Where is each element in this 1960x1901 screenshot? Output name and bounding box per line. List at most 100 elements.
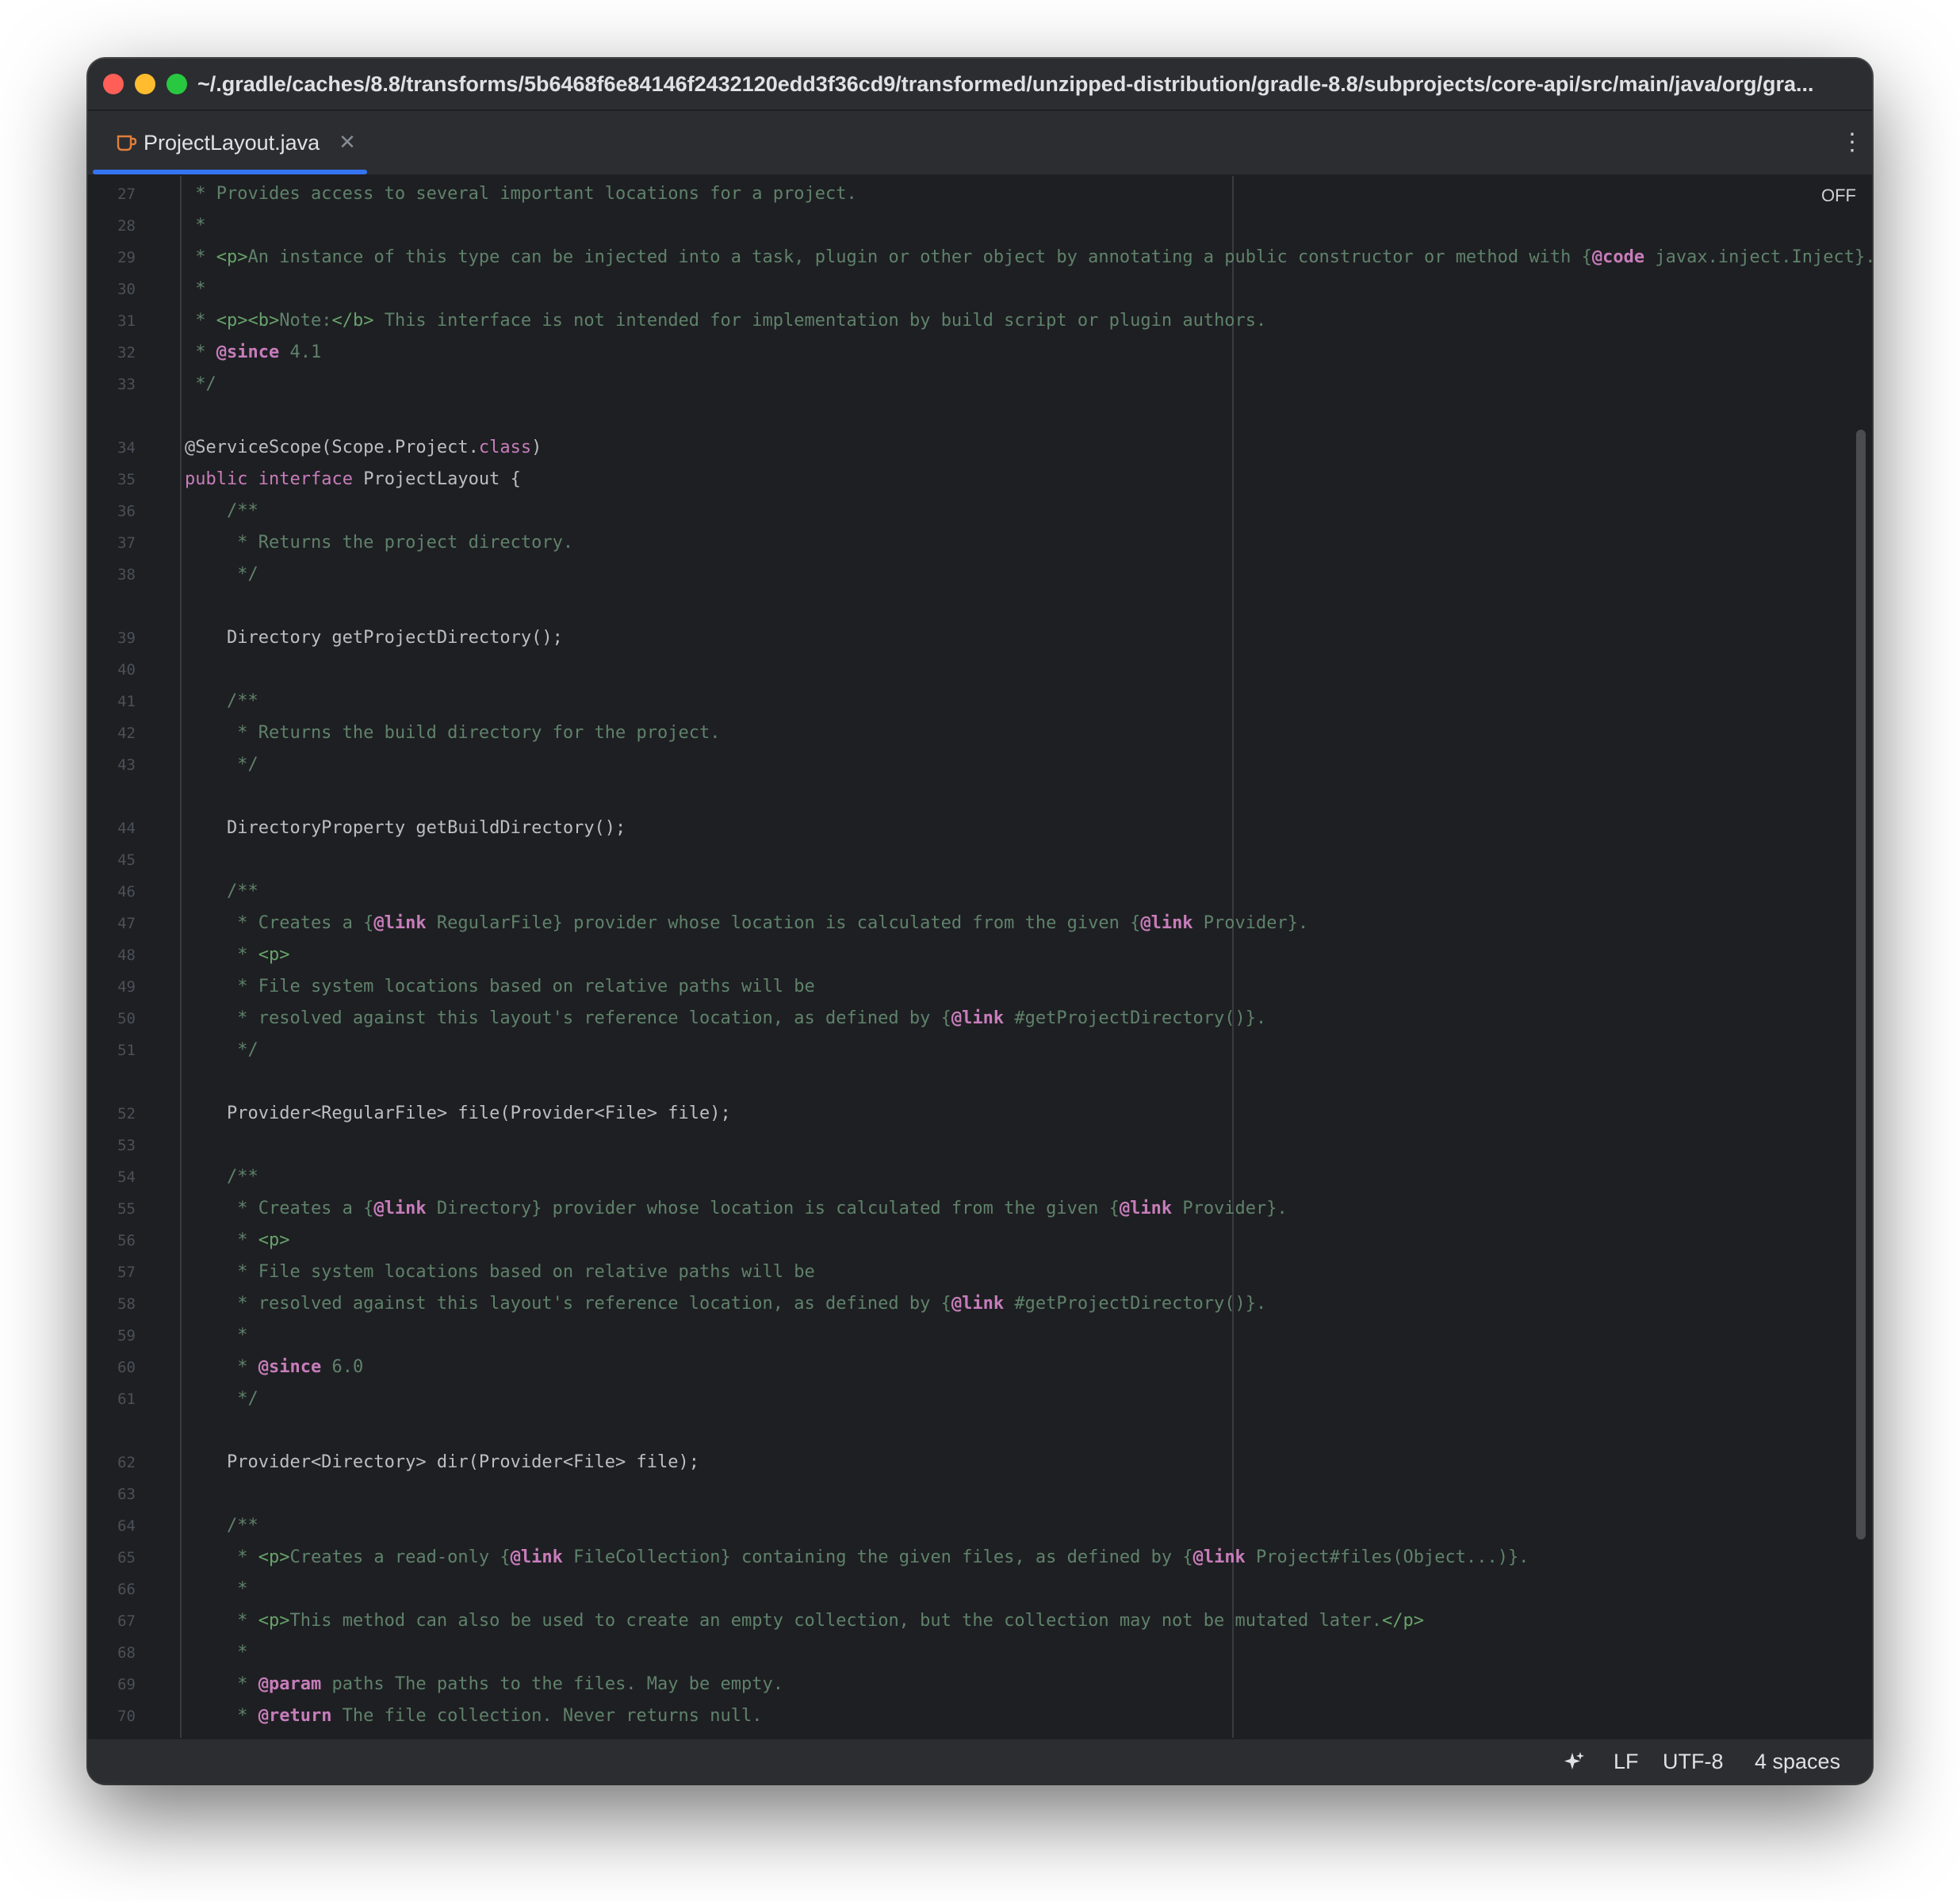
code-line[interactable]: 52 Provider<RegularFile> file(Provider<F… [88, 1098, 1872, 1130]
code-text: */ [185, 369, 216, 400]
code-token: * [185, 247, 216, 267]
code-line[interactable] [88, 1415, 1872, 1447]
code-line[interactable]: 63 [88, 1478, 1872, 1510]
code-text: * Creates a {@link RegularFile} provider… [185, 908, 1308, 939]
code-line[interactable]: 28 * [88, 210, 1872, 242]
code-token: @link [373, 913, 427, 933]
code-token: * [185, 945, 258, 965]
code-line[interactable]: 40 [88, 654, 1872, 686]
code-line[interactable]: 27 * Provides access to several importan… [88, 178, 1872, 210]
code-line[interactable]: 58 * resolved against this layout's refe… [88, 1288, 1872, 1320]
line-number: 57 [117, 1264, 136, 1281]
code-line[interactable]: 34 @ServiceScope(Scope.Project.class) [88, 432, 1872, 464]
code-line[interactable]: 32 * @since 4.1 [88, 337, 1872, 369]
code-line[interactable]: 68 * [88, 1637, 1872, 1669]
code-token: @code [1591, 247, 1645, 267]
code-line[interactable]: 62 Provider<Directory> dir(Provider<File… [88, 1447, 1872, 1478]
code-token: */ [185, 1040, 258, 1060]
code-token: * [185, 1611, 258, 1631]
code-token: @link [510, 1547, 563, 1567]
code-line[interactable]: 66 * [88, 1574, 1872, 1605]
code-line[interactable]: 59 * [88, 1320, 1872, 1352]
code-line[interactable]: 67 * <p>This method can also be used to … [88, 1605, 1872, 1637]
code-token: * File system locations based on relativ… [185, 1262, 815, 1282]
title-bar: ~/.gradle/caches/8.8/transforms/5b6468f6… [88, 59, 1872, 111]
code-token: Provider}. [1192, 913, 1309, 933]
line-number: 45 [117, 851, 136, 869]
code-token: @link [373, 1199, 427, 1218]
code-line[interactable]: 43 */ [88, 749, 1872, 781]
more-options-icon[interactable]: ⋮ [1840, 128, 1864, 157]
code-line[interactable]: 45 [88, 844, 1872, 876]
tab-label: ProjectLayout.java [144, 131, 320, 155]
code-line[interactable]: 54 /** [88, 1161, 1872, 1193]
code-line[interactable] [88, 781, 1872, 813]
code-line[interactable]: 70 * @return The file collection. Never … [88, 1700, 1872, 1732]
code-line[interactable]: 44 DirectoryProperty getBuildDirectory()… [88, 813, 1872, 844]
code-line[interactable]: 36 /** [88, 495, 1872, 527]
code-line[interactable]: 48 * <p> [88, 939, 1872, 971]
code-line[interactable]: 61 */ [88, 1383, 1872, 1415]
code-line[interactable] [88, 400, 1872, 432]
maximize-window-button[interactable] [167, 74, 187, 94]
code-line[interactable]: 42 * Returns the build directory for the… [88, 717, 1872, 749]
code-area[interactable]: 27 * Provides access to several importan… [88, 176, 1872, 1739]
code-line[interactable]: 51 */ [88, 1035, 1872, 1066]
code-line[interactable]: 33 */ [88, 369, 1872, 400]
code-line[interactable]: 49 * File system locations based on rela… [88, 971, 1872, 1003]
code-token: <p> [216, 247, 248, 267]
line-separator-widget[interactable]: LF [1614, 1739, 1639, 1784]
code-token: */ [185, 374, 216, 394]
code-line[interactable] [88, 1066, 1872, 1098]
code-text: * [185, 1574, 247, 1605]
line-number: 64 [117, 1517, 136, 1535]
active-tab-indicator [93, 170, 367, 174]
inspection-toggle[interactable]: OFF [1821, 186, 1856, 206]
code-line[interactable]: 69 * @param paths The paths to the files… [88, 1669, 1872, 1700]
indent-widget[interactable]: 4 spaces [1755, 1739, 1840, 1784]
line-number: 28 [117, 217, 136, 235]
code-line[interactable]: 56 * <p> [88, 1225, 1872, 1256]
code-line[interactable]: 29 * <p>An instance of this type can be … [88, 242, 1872, 273]
ide-window: ~/.gradle/caches/8.8/transforms/5b6468f6… [88, 59, 1872, 1784]
code-token: * [185, 1579, 248, 1599]
code-line[interactable]: 46 /** [88, 876, 1872, 908]
close-tab-icon[interactable]: ✕ [335, 130, 359, 154]
code-line[interactable]: 64 /** [88, 1510, 1872, 1542]
code-line[interactable]: 41 /** [88, 686, 1872, 717]
code-line[interactable]: 47 * Creates a {@link RegularFile} provi… [88, 908, 1872, 939]
minimize-window-button[interactable] [135, 74, 155, 94]
code-line[interactable]: 30 * [88, 273, 1872, 305]
code-text: * <p><b>Note:</b> This interface is not … [185, 305, 1266, 337]
code-token: @link [1119, 1199, 1173, 1218]
code-line[interactable]: 55 * Creates a {@link Directory} provide… [88, 1193, 1872, 1225]
code-text: @ServiceScope(Scope.Project.class) [185, 432, 542, 464]
code-line[interactable]: 60 * @since 6.0 [88, 1352, 1872, 1383]
code-text: */ [185, 749, 258, 781]
code-editor[interactable]: 27 * Provides access to several importan… [88, 176, 1872, 1739]
code-token: Directory getProjectDirectory(); [185, 628, 563, 648]
code-text: public interface ProjectLayout { [185, 464, 521, 495]
code-line[interactable] [88, 591, 1872, 622]
vertical-scrollbar[interactable] [1856, 430, 1866, 1540]
file-encoding-widget[interactable]: UTF-8 [1663, 1739, 1724, 1784]
line-number: 49 [117, 978, 136, 996]
code-line[interactable]: 39 Directory getProjectDirectory(); [88, 622, 1872, 654]
code-text: */ [185, 1383, 258, 1415]
code-line[interactable]: 50 * resolved against this layout's refe… [88, 1003, 1872, 1035]
code-line[interactable]: 65 * <p>Creates a read-only {@link FileC… [88, 1542, 1872, 1574]
code-line[interactable]: 37 * Returns the project directory. [88, 527, 1872, 559]
code-line[interactable]: 38 */ [88, 559, 1872, 591]
code-line[interactable]: 53 [88, 1130, 1872, 1161]
line-number: 66 [117, 1581, 136, 1598]
close-window-button[interactable] [103, 74, 124, 94]
code-token: * [185, 1674, 258, 1694]
tab-projectlayout-java[interactable]: ProjectLayout.java ✕ [93, 111, 367, 174]
code-token: @link [1140, 913, 1193, 933]
line-number: 46 [117, 883, 136, 901]
code-line[interactable]: 35 public interface ProjectLayout { [88, 464, 1872, 495]
code-line[interactable]: 31 * <p><b>Note:</b> This interface is n… [88, 305, 1872, 337]
code-token: #getProjectDirectory()}. [1004, 1294, 1267, 1314]
code-line[interactable]: 57 * File system locations based on rela… [88, 1256, 1872, 1288]
ai-assistant-icon[interactable] [1563, 1750, 1585, 1773]
